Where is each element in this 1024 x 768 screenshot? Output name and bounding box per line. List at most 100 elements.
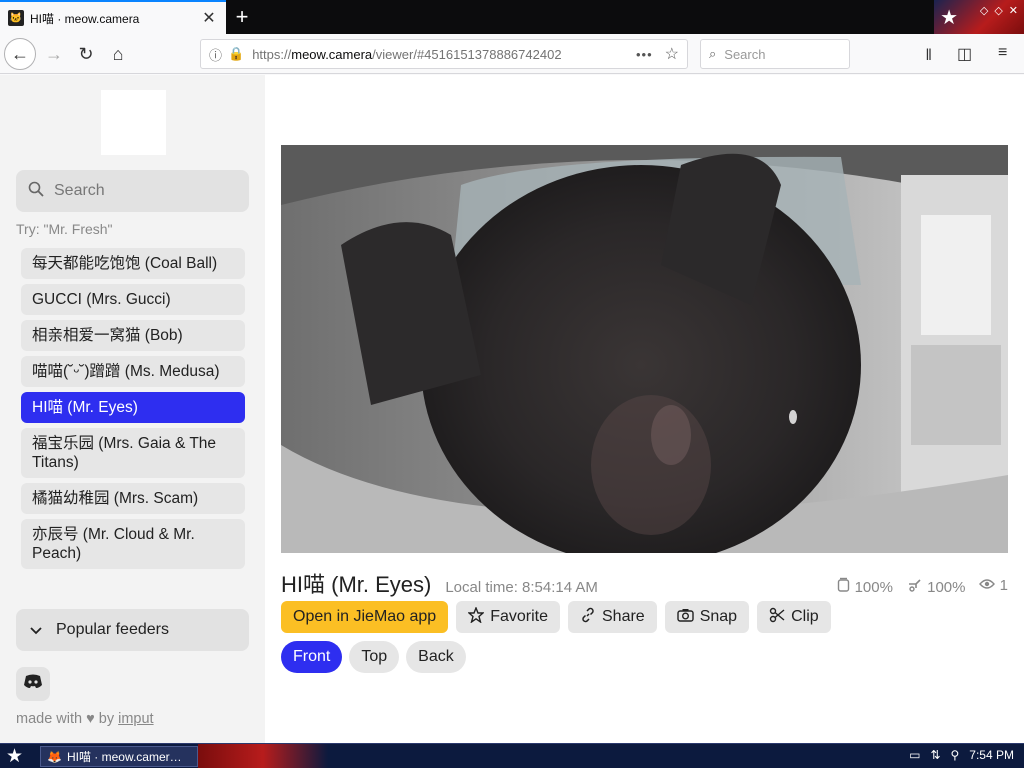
url-scheme: https:// — [252, 46, 292, 62]
start-star-icon[interactable]: ★ — [6, 745, 23, 768]
close-tab-icon[interactable]: ✕ — [200, 8, 218, 28]
eye-icon — [979, 577, 999, 594]
bookmark-star-icon[interactable]: ☆ — [665, 44, 679, 64]
camera-item-mrs-gucci[interactable]: GUCCI (Mrs. Gucci) — [21, 284, 245, 315]
chevron-down-icon — [30, 622, 42, 638]
home-button[interactable]: ⌂ — [102, 38, 134, 70]
url-domain: meow.camera — [291, 46, 373, 62]
author-link[interactable]: imput — [118, 711, 153, 727]
library-icon[interactable]: 𝍪 — [926, 44, 931, 71]
camera-icon — [677, 608, 694, 627]
camera-item-coal-ball[interactable]: 每天都能吃饱饱 (Coal Ball) — [21, 248, 245, 279]
sidebar: Try: "Mr. Fresh" 每天都能吃饱饱 (Coal Ball) GUC… — [0, 75, 265, 743]
window-controls: ◇ ◇ ✕ — [980, 4, 1018, 17]
credit-line: made with ♥ by imput — [16, 711, 154, 727]
viewers-stat: 1 — [979, 577, 1008, 596]
lock-icon[interactable]: 🔒 — [228, 46, 244, 62]
browser-nav-bar: ← → ↻ ⌂ ⓘ 🔒 https://meow.camera/viewer/#… — [0, 34, 1024, 74]
reload-button[interactable]: ↻ — [70, 38, 102, 70]
camera-item-bob[interactable]: 相亲相爱一窝猫 (Bob) — [21, 320, 245, 351]
food-stat: 100% — [837, 577, 893, 596]
taskbar-decoration — [198, 744, 328, 768]
share-label: Share — [602, 608, 645, 625]
scissors-icon — [769, 607, 785, 628]
maximize-icon[interactable]: ◇ — [994, 4, 1002, 17]
discord-icon — [23, 674, 43, 694]
cat-favicon-icon: 🐱 — [8, 10, 24, 26]
camera-title-row: HI喵 (Mr. Eyes) Local time: 8:54:14 AM 10… — [281, 567, 1008, 597]
back-button[interactable]: ← — [4, 38, 36, 70]
camera-search-box[interactable] — [16, 170, 249, 212]
local-time: Local time: 8:54:14 AM — [445, 579, 598, 596]
viewer-count: 1 — [999, 577, 1008, 594]
minimize-icon[interactable]: ◇ — [980, 4, 988, 17]
search-icon — [28, 181, 44, 202]
browser-tab[interactable]: 🐱 HI喵 · meow.camera ✕ — [0, 0, 226, 34]
camera-item-mr-eyes[interactable]: HI喵 (Mr. Eyes) — [21, 392, 245, 423]
url-path: /viewer/#4516151378886742402 — [372, 46, 562, 62]
camera-name: HI喵 (Mr. Eyes) — [281, 572, 432, 597]
browser-search-placeholder: Search — [724, 46, 766, 62]
camera-search-input[interactable] — [54, 182, 234, 200]
view-back-button[interactable]: Back — [406, 641, 466, 673]
os-taskbar: ★ 🦊 HI喵 · meow.camer… ▭ ⇅ ⚲ 7:54 PM — [0, 743, 1024, 768]
taskbar-browser-task[interactable]: 🦊 HI喵 · meow.camer… — [40, 746, 198, 767]
forward-button[interactable]: → — [38, 38, 70, 70]
sidebar-toggle-icon[interactable]: ◫ — [957, 44, 972, 64]
browser-tab-bar: 🐱 HI喵 · meow.camera ✕ + ★ ◇ ◇ ✕ — [0, 0, 1024, 34]
browser-search-bar[interactable]: ⌕ Search — [700, 39, 850, 69]
popular-feeders-toggle[interactable]: Popular feeders — [16, 609, 249, 651]
view-front-button[interactable]: Front — [281, 641, 343, 673]
close-window-icon[interactable]: ✕ — [1009, 4, 1018, 17]
water-level: 100% — [927, 579, 966, 596]
popular-feeders-label: Popular feeders — [56, 621, 169, 638]
info-icon[interactable]: ⓘ — [209, 45, 222, 64]
share-button[interactable]: Share — [568, 601, 657, 633]
browser-task-icon: 🦊 — [47, 749, 62, 764]
camera-item-mrs-scam[interactable]: 橘猫幼稚园 (Mrs. Scam) — [21, 483, 245, 514]
system-tray: ▭ ⇅ ⚲ 7:54 PM — [909, 748, 1014, 762]
food-level: 100% — [854, 579, 893, 596]
water-tap-icon — [907, 579, 927, 596]
site-logo[interactable] — [101, 90, 166, 155]
snap-label: Snap — [699, 608, 738, 625]
snap-button[interactable]: Snap — [664, 601, 750, 633]
page-actions-icon[interactable]: ••• — [636, 47, 653, 62]
network-icon[interactable]: ⇅ — [930, 748, 940, 762]
open-in-app-button[interactable]: Open in JieMao app — [281, 601, 449, 633]
food-bag-icon — [837, 577, 854, 596]
star-logo-icon: ★ — [940, 7, 958, 29]
clip-label: Clip — [791, 608, 819, 625]
heart-icon: ♥ — [86, 711, 95, 727]
keyboard-icon[interactable]: ▭ — [909, 748, 920, 762]
menu-icon[interactable]: ≡ — [998, 44, 1007, 62]
search-hint: Try: "Mr. Fresh" — [16, 221, 113, 237]
viewer-panel: HI喵 (Mr. Eyes) Local time: 8:54:14 AM 10… — [265, 75, 1024, 743]
camera-actions: Open in JieMao app Favorite Share Snap C… — [281, 601, 831, 633]
url-bar[interactable]: ⓘ 🔒 https://meow.camera/viewer/#45161513… — [200, 39, 688, 69]
favorite-button[interactable]: Favorite — [456, 601, 560, 633]
clip-button[interactable]: Clip — [757, 601, 831, 633]
search-tray-icon[interactable]: ⚲ — [951, 748, 960, 762]
camera-video-feed[interactable] — [281, 145, 1008, 553]
camera-item-ms-medusa[interactable]: 喵喵(˘ᵕ˘)蹭蹭 (Ms. Medusa) — [21, 356, 245, 387]
camera-item-mr-cloud[interactable]: 亦辰号 (Mr. Cloud & Mr. Peach) — [21, 519, 245, 569]
favorite-label: Favorite — [490, 608, 548, 625]
camera-stats: 100% 100% 1 — [837, 577, 1008, 596]
new-tab-button[interactable]: + — [228, 3, 256, 31]
credit-by: by — [98, 711, 115, 727]
clock[interactable]: 7:54 PM — [969, 748, 1014, 762]
tab-title: HI喵 · meow.camera — [30, 11, 140, 26]
link-icon — [580, 607, 596, 628]
url-host: https://meow.camera — [252, 47, 372, 62]
camera-view-selector: Front Top Back — [281, 641, 466, 673]
star-icon — [467, 605, 486, 628]
camera-item-mrs-gaia[interactable]: 福宝乐园 (Mrs. Gaia & The Titans) — [21, 428, 245, 478]
search-icon: ⌕ — [709, 46, 717, 61]
water-stat: 100% — [907, 577, 966, 596]
taskbar-task-label: HI喵 · meow.camer… — [66, 750, 182, 764]
view-top-button[interactable]: Top — [349, 641, 400, 673]
discord-button[interactable] — [16, 667, 50, 701]
camera-list: 每天都能吃饱饱 (Coal Ball) GUCCI (Mrs. Gucci) 相… — [21, 248, 245, 574]
open-in-app-label: Open in JieMao app — [293, 608, 437, 625]
